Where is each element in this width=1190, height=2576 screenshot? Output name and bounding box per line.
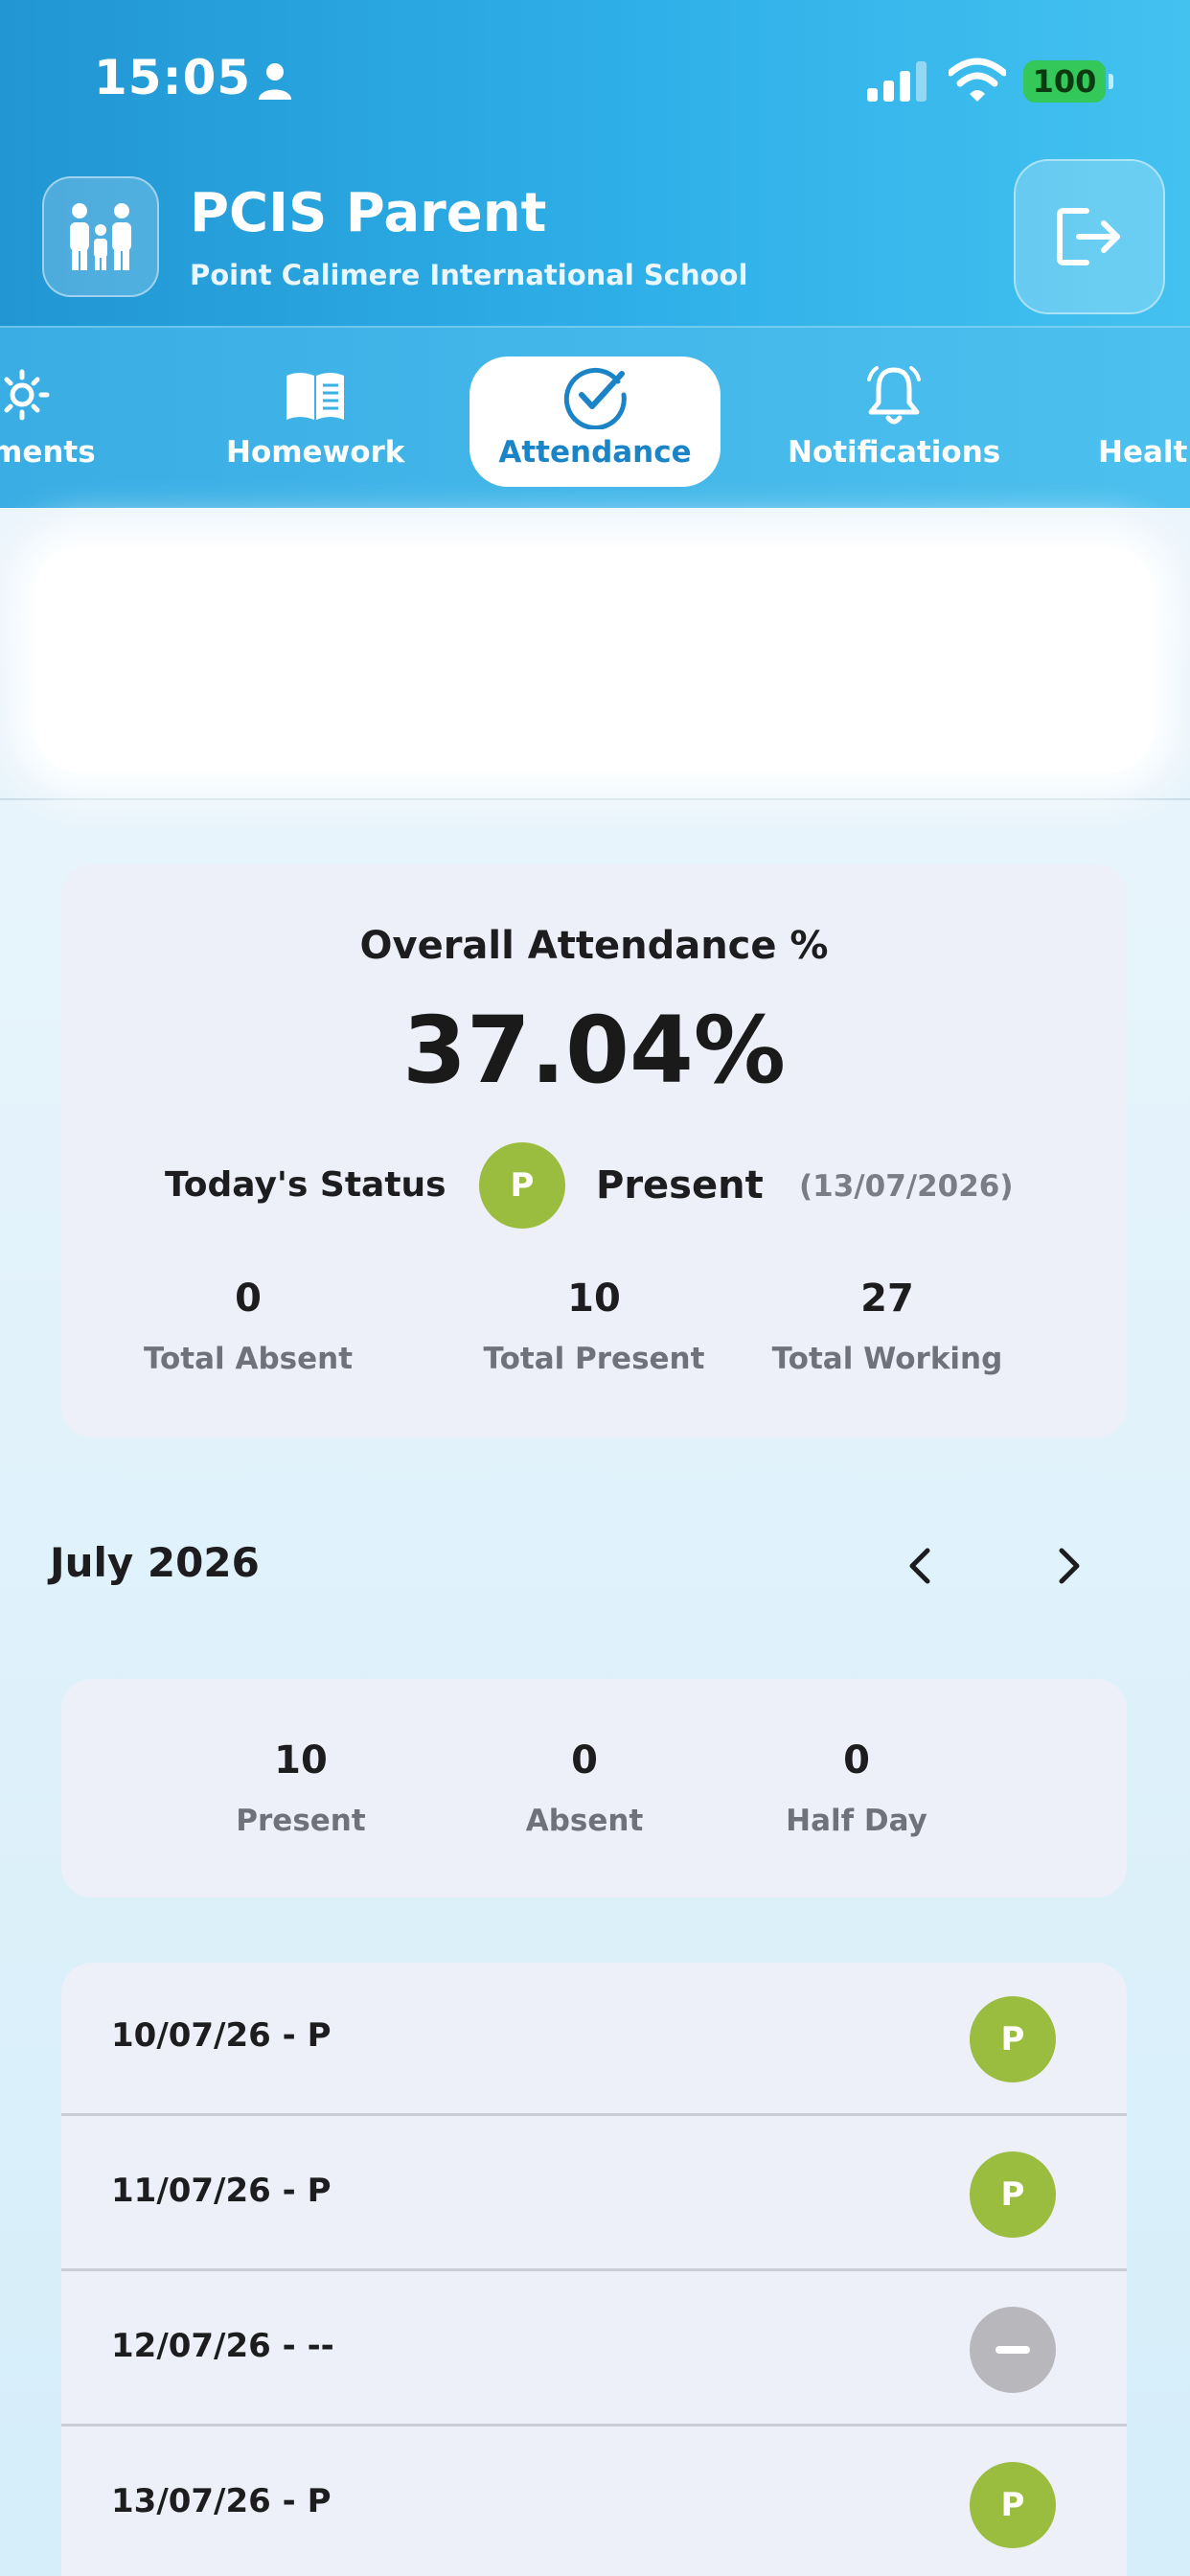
sun-icon [4,369,50,421]
attendance-percent: 37.04% [402,997,786,1104]
day-label: 10/07/26 - P [111,2016,332,2055]
tab-notifications[interactable]: Notifications [788,356,1000,487]
chevron-left-icon [909,1548,930,1584]
count-value: 0 [571,1738,598,1782]
app-header: 15:05 100 PCIS Parent Point Calimere Int… [0,0,1190,326]
stat-total-absent: 0 Total Absent [138,1276,358,1376]
stat-total-working: 27 Total Working [763,1276,1012,1376]
wifi-icon [949,58,1006,102]
check-circle-icon [563,367,627,429]
health-icon [1109,360,1178,429]
month-half-day: 0 Half Day [770,1738,943,1838]
tab-label: Notifications [788,435,1001,470]
list-item[interactable]: 10/07/26 - P P [61,1963,1127,2116]
today-status-badge: P [479,1142,565,1229]
day-label: 11/07/26 - P [111,2172,332,2210]
app-subtitle: Point Calimere International School [190,259,748,291]
chevron-right-icon [1059,1548,1080,1584]
list-item[interactable]: 12/07/26 - -- [61,2273,1127,2426]
stat-value: 27 [860,1276,914,1321]
day-status-badge: P [970,2462,1056,2548]
logout-button[interactable] [1014,159,1165,314]
tab-attendance[interactable]: Attendance [469,356,721,487]
bell-icon [867,366,922,425]
tab-homework[interactable]: Homework [226,356,404,487]
today-status-row: Today's Status P Present (13/07/2026) [61,1142,1127,1229]
list-item[interactable]: 13/07/26 - P P [61,2428,1127,2576]
person-icon [259,63,291,100]
today-status-label: Today's Status [165,1165,446,1205]
battery-indicator: 100 [1023,60,1113,103]
day-status-badge: P [970,2151,1056,2238]
list-item[interactable]: 11/07/26 - P P [61,2118,1127,2271]
day-list: 10/07/26 - P P 11/07/26 - P P 12/07/26 -… [61,1963,1127,2576]
tab-health[interactable]: Healt [1098,356,1187,487]
tab-label: Attendance [498,435,692,470]
count-value: 10 [274,1738,328,1782]
status-time: 15:05 [94,50,252,105]
day-label: 13/07/26 - P [111,2482,332,2520]
today-status-text: Present [596,1163,764,1208]
book-icon [286,373,345,420]
signal-icon [867,61,927,102]
day-status-badge: P [970,1996,1056,2082]
day-status-badge [970,2307,1056,2393]
app-logo [42,176,159,297]
stat-label: Total Working [771,1342,1003,1376]
status-bar: 15:05 100 [0,0,1190,163]
summary-title: Overall Attendance % [359,924,829,968]
monthly-counts-card: 10 Present 0 Absent 0 Half Day [61,1679,1127,1898]
student-banner [0,508,1190,800]
student-card[interactable] [34,546,1154,772]
logout-icon [1057,208,1120,265]
tab-label: Healt [1098,435,1188,470]
month-label: July 2026 [50,1539,260,1586]
stat-value: 10 [567,1276,621,1321]
count-label: Half Day [786,1804,927,1838]
tab-bar: ements Homework Attendance Notifications… [0,326,1190,508]
attendance-summary-card: Overall Attendance % 37.04% Today's Stat… [61,864,1127,1438]
today-status-date: (13/07/2026) [799,1169,1014,1204]
tab-label: Homework [226,435,405,470]
count-label: Present [236,1804,366,1838]
next-month-button[interactable] [1044,1539,1092,1593]
month-present: 10 Present [234,1738,368,1838]
tab-label: ements [0,435,96,470]
family-icon [70,203,131,270]
tab-announcements[interactable]: ements [0,356,96,487]
count-label: Absent [525,1804,644,1838]
day-label: 12/07/26 - -- [111,2327,334,2365]
stat-total-present: 10 Total Present [450,1276,738,1376]
month-absent: 0 Absent [517,1738,652,1838]
prev-month-button[interactable] [897,1539,945,1593]
stat-label: Total Present [483,1342,705,1376]
count-value: 0 [843,1738,870,1782]
app-title: PCIS Parent [190,182,547,244]
stat-value: 0 [235,1276,262,1321]
stat-label: Total Absent [143,1342,354,1376]
